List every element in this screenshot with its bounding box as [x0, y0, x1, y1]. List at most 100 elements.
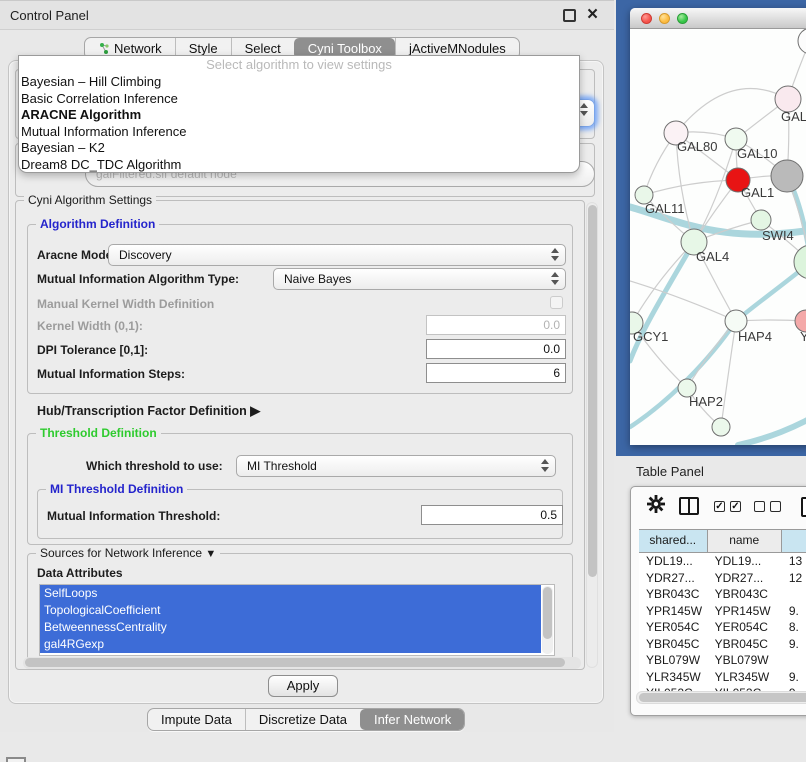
attribute-list-item[interactable]: TopologicalCoefficient	[40, 602, 541, 619]
network-node[interactable]	[798, 29, 806, 54]
table-cell: YDL19...	[639, 553, 708, 570]
settings-vscroll-thumb[interactable]	[588, 205, 597, 577]
table-cell: YPR145W	[708, 603, 782, 620]
network-node[interactable]	[712, 418, 730, 436]
data-attributes-list[interactable]: SelfLoopsTopologicalCoefficientBetweenne…	[39, 584, 555, 656]
table-row[interactable]: YBR045CYBR045C9.	[639, 636, 806, 653]
table-row[interactable]: YDL19...YDL19...13	[639, 553, 806, 570]
table-cell: YBL079W	[639, 652, 708, 669]
dropdown-item[interactable]: Basic Correlation Inference	[19, 91, 579, 108]
dropdown-item[interactable]: Mutual Information Inference	[19, 124, 579, 141]
hub-definition-toggle[interactable]: Hub/Transcription Factor Definition ▶	[37, 403, 260, 419]
mi-type-label: Mutual Information Algorithm Type:	[37, 272, 239, 286]
close-icon[interactable]: ×	[587, 9, 600, 22]
table-row[interactable]: YPR145WYPR145W9.	[639, 603, 806, 620]
network-window: GALGAL80GAL10GAL1GAL11SWI4GAL4GCY1HAP4YH…	[630, 8, 806, 445]
network-edge[interactable]	[644, 180, 738, 195]
manual-kernel-checkbox[interactable]	[550, 296, 563, 309]
node-label: GAL4	[696, 249, 729, 264]
node-label: HAP2	[689, 394, 723, 409]
dropdown-item[interactable]: Bayesian – K2	[19, 140, 579, 157]
dropdown-item[interactable]: ARACNE Algorithm	[19, 107, 579, 124]
settings-hscroll-thumb[interactable]	[25, 658, 565, 667]
which-threshold-label: Which threshold to use:	[86, 459, 223, 473]
network-edge[interactable]	[676, 89, 788, 133]
threshold-definition-title: Threshold Definition	[36, 426, 161, 440]
table-row[interactable]: YER054CYER054C8.	[639, 619, 806, 636]
table-row[interactable]: YLR345WYLR345W9.	[639, 669, 806, 686]
node-label: GAL11	[645, 201, 685, 216]
network-window-titlebar[interactable]	[630, 8, 806, 29]
column-header[interactable]: name	[708, 530, 782, 552]
node-label: SWI4	[762, 228, 794, 243]
column-header[interactable]: shared...	[639, 530, 708, 552]
mi-type-combobox[interactable]: Naive Bayes	[273, 268, 566, 290]
settings-horizontal-scrollbar[interactable]	[23, 657, 581, 669]
aracne-mode-combobox[interactable]: Discovery	[108, 244, 566, 266]
node-label: GAL1	[741, 185, 774, 200]
table-row[interactable]: YDR27...YDR27...12	[639, 570, 806, 587]
combo-arrows-icon	[551, 248, 558, 264]
deselect-checkbox-icon[interactable]	[770, 501, 781, 512]
table-row[interactable]: YBR043CYBR043C	[639, 586, 806, 603]
dropdown-item[interactable]: Bayesian – Hill Climbing	[19, 74, 579, 91]
network-canvas[interactable]: GALGAL80GAL10GAL1GAL11SWI4GAL4GCY1HAP4YH…	[630, 29, 806, 445]
table-cell	[782, 586, 806, 603]
table-row[interactable]: YBL079WYBL079W	[639, 652, 806, 669]
minimize-traffic-light-icon[interactable]	[659, 13, 670, 24]
dropdown-prompt: Select algorithm to view settings	[19, 56, 579, 74]
collapsed-panel-icon[interactable]	[6, 757, 26, 762]
column-header[interactable]	[782, 530, 806, 552]
list-scrollbar-thumb[interactable]	[543, 587, 552, 639]
apply-button[interactable]: Apply	[268, 675, 338, 697]
mi-threshold-group-title: MI Threshold Definition	[46, 482, 187, 496]
network-icon	[98, 42, 110, 55]
settings-group-title: Cyni Algorithm Settings	[24, 193, 156, 207]
column-layout-icon[interactable]	[679, 497, 699, 515]
tab-impute-data[interactable]: Impute Data	[148, 709, 245, 730]
sources-title-text: Sources for Network Inference	[40, 546, 202, 560]
table-cell: 8.	[782, 619, 806, 636]
table-cell: YBL079W	[708, 652, 782, 669]
attribute-list-item[interactable]: SelfLoops	[40, 585, 541, 602]
deselect-checkbox-icon[interactable]	[754, 501, 765, 512]
zoom-traffic-light-icon[interactable]	[677, 13, 688, 24]
list-scrollbar[interactable]	[542, 586, 553, 654]
aracne-mode-value: Discovery	[119, 248, 172, 262]
select-all-checkbox-icon[interactable]: ✓	[714, 501, 725, 512]
table-cell: YDR27...	[708, 570, 782, 587]
select-all-checkbox-icon[interactable]: ✓	[730, 501, 741, 512]
network-node[interactable]	[771, 160, 803, 192]
dpi-tolerance-field[interactable]: 0.0	[426, 339, 566, 359]
network-edge[interactable]	[738, 407, 806, 445]
table-mode-icon[interactable]	[801, 497, 806, 517]
sources-group-title[interactable]: Sources for Network Inference ▼	[36, 546, 220, 560]
table-cell: YBR045C	[708, 636, 782, 653]
table-horizontal-scrollbar[interactable]	[636, 691, 806, 704]
attribute-list-item[interactable]: BetweennessCentrality	[40, 619, 541, 636]
which-threshold-combobox[interactable]: MI Threshold	[236, 455, 556, 477]
mi-threshold-field[interactable]: 0.5	[421, 505, 563, 525]
table-cell: YBR043C	[639, 586, 708, 603]
network-node-swi4[interactable]	[751, 210, 771, 230]
node-label: GCY1	[633, 329, 668, 344]
kernel-width-label: Kernel Width (0,1):	[37, 319, 143, 333]
table-cell: 13	[782, 553, 806, 570]
gear-icon[interactable]	[647, 495, 665, 513]
table-cell: YLR345W	[639, 669, 708, 686]
network-graph: GALGAL80GAL10GAL1GAL11SWI4GAL4GCY1HAP4YH…	[630, 29, 806, 445]
settings-vertical-scrollbar[interactable]	[586, 202, 598, 668]
kernel-width-field[interactable]: 0.0	[426, 315, 566, 335]
tab-infer-network[interactable]: Infer Network	[360, 709, 464, 730]
table-hscroll-thumb[interactable]	[639, 693, 806, 702]
collapse-down-icon: ▼	[205, 548, 216, 560]
dropdown-item[interactable]: Dream8 DC_TDC Algorithm	[19, 157, 579, 174]
table-cell: YLR345W	[708, 669, 782, 686]
close-traffic-light-icon[interactable]	[641, 13, 652, 24]
attribute-list-item[interactable]: gal4RGexp	[40, 636, 541, 653]
combo-arrows-icon	[551, 272, 558, 288]
float-window-icon[interactable]	[563, 9, 576, 22]
tab-discretize-data[interactable]: Discretize Data	[245, 709, 360, 730]
mi-steps-field[interactable]: 6	[426, 363, 566, 383]
combo-arrows-icon	[580, 103, 587, 119]
